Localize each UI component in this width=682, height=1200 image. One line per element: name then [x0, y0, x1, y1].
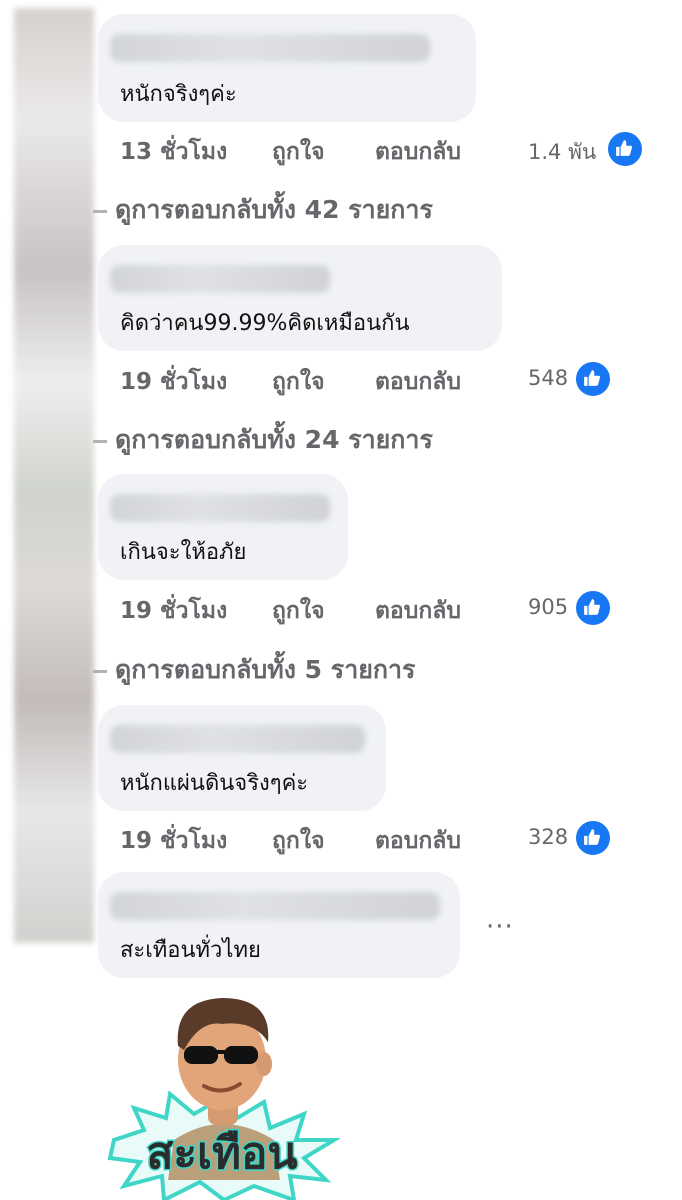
comment-text: เกินจะให้อภัย: [120, 540, 247, 565]
comment-time-link[interactable]: 13 ชั่วโมง: [120, 134, 227, 170]
commenter-name-blurred[interactable]: [110, 265, 330, 293]
thumbs-up-icon[interactable]: [606, 130, 644, 168]
reply-button[interactable]: ตอบกลับ: [375, 593, 461, 629]
commenter-name-blurred[interactable]: [110, 725, 365, 753]
comment-time-link[interactable]: 19 ชั่วโมง: [120, 364, 227, 400]
thumbs-up-icon[interactable]: [574, 589, 612, 627]
comment-text: สะเทือนทั่วไทย: [120, 938, 261, 963]
thumbs-up-icon[interactable]: [574, 360, 612, 398]
reply-thread-line: [93, 669, 107, 673]
reply-thread-line: [93, 439, 107, 443]
like-button[interactable]: ถูกใจ: [272, 134, 325, 170]
ellipsis-icon[interactable]: ···: [486, 912, 514, 942]
reply-thread-line: [93, 209, 107, 213]
commenter-name-blurred[interactable]: [110, 892, 440, 920]
comment-text: หนักจริงๆค่ะ: [120, 82, 237, 107]
sticker-ear: [256, 1052, 272, 1076]
comment-text: หนักแผ่นดินจริงๆค่ะ: [120, 771, 309, 796]
sticker-sunglasses-bridge: [216, 1050, 226, 1054]
view-replies-label: ดูการตอบกลับทั้ง 42 รายการ: [115, 195, 433, 224]
view-replies-link[interactable]: ดูการตอบกลับทั้ง 5 รายการ: [93, 650, 416, 690]
sticker-image: สะเทือน: [107, 998, 340, 1200]
commenter-name-blurred[interactable]: [110, 494, 330, 522]
reply-button[interactable]: ตอบกลับ: [375, 364, 461, 400]
sticker-sunglasses-right: [224, 1046, 258, 1064]
like-button[interactable]: ถูกใจ: [272, 364, 325, 400]
sticker-text: สะเทือน: [146, 1128, 297, 1179]
comment-bubble: หนักแผ่นดินจริงๆค่ะ: [98, 705, 386, 811]
reply-button[interactable]: ตอบกลับ: [375, 823, 461, 859]
comment-time-link[interactable]: 19 ชั่วโมง: [120, 593, 227, 629]
thumbs-up-icon[interactable]: [574, 819, 612, 857]
commenter-name-blurred[interactable]: [110, 34, 430, 62]
like-button[interactable]: ถูกใจ: [272, 823, 325, 859]
view-replies-link[interactable]: ดูการตอบกลับทั้ง 24 รายการ: [93, 420, 433, 460]
view-replies-label: ดูการตอบกลับทั้ง 5 รายการ: [115, 655, 416, 684]
reply-button[interactable]: ตอบกลับ: [375, 134, 461, 170]
view-replies-label: ดูการตอบกลับทั้ง 24 รายการ: [115, 425, 433, 454]
comment-text: คิดว่าคน99.99%คิดเหมือนกัน: [120, 311, 410, 336]
comment-bubble: คิดว่าคน99.99%คิดเหมือนกัน: [98, 245, 502, 351]
blurred-avatars: [14, 8, 94, 943]
comment-time-link[interactable]: 19 ชั่วโมง: [120, 823, 227, 859]
comment-bubble: สะเทือนทั่วไทย: [98, 872, 460, 978]
view-replies-link[interactable]: ดูการตอบกลับทั้ง 42 รายการ: [93, 190, 433, 230]
comment-bubble: เกินจะให้อภัย: [98, 474, 348, 580]
reaction-count[interactable]: 328: [528, 825, 568, 849]
like-button[interactable]: ถูกใจ: [272, 593, 325, 629]
sticker-sunglasses-left: [184, 1046, 218, 1064]
reaction-count[interactable]: 905: [528, 595, 568, 619]
reaction-count[interactable]: 548: [528, 366, 568, 390]
comment-bubble: หนักจริงๆค่ะ: [98, 14, 476, 122]
reaction-count[interactable]: 1.4 พัน: [528, 136, 596, 169]
